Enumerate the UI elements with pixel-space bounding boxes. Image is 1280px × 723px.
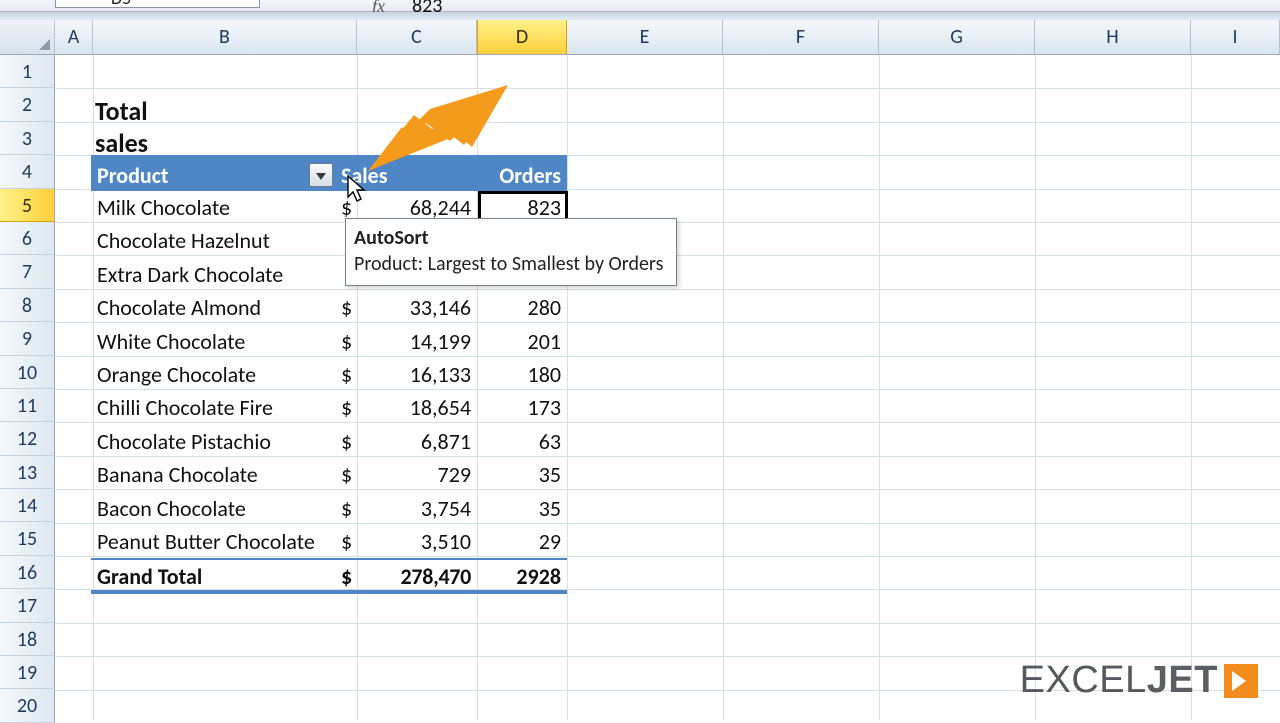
autosort-tooltip: AutoSort Product: Largest to Smallest by… — [345, 218, 677, 286]
row-header-12[interactable]: 12 — [0, 422, 55, 455]
cell-orders: 201 — [477, 325, 567, 358]
cell-product: Chilli Chocolate Fire — [91, 391, 335, 424]
report-title: Total sales — [95, 95, 148, 159]
logo-word2: JET — [1147, 659, 1218, 701]
row-header-11[interactable]: 11 — [0, 389, 55, 422]
cell-sales: $33,146 — [335, 291, 477, 324]
col-header-f[interactable]: F — [723, 20, 879, 54]
grand-total-sales: $278,470 — [335, 560, 477, 590]
cell-product: Chocolate Hazelnut — [91, 224, 335, 257]
pivot-header-product[interactable]: Product — [91, 158, 335, 191]
cell-sales: $16,133 — [335, 358, 477, 391]
table-row[interactable]: Chocolate Almond $33,146 280 — [91, 291, 567, 324]
table-row[interactable]: Bacon Chocolate $3,754 35 — [91, 492, 567, 525]
grand-total-row[interactable]: Grand Total $278,470 2928 — [91, 558, 567, 594]
row-header-16[interactable]: 16 — [0, 556, 55, 589]
name-box[interactable]: D5 — [55, 0, 260, 8]
col-header-i[interactable]: I — [1191, 20, 1280, 54]
cell-product: Chocolate Pistachio — [91, 425, 335, 458]
cell-orders: 29 — [477, 525, 567, 558]
logo-word1: EXCEL — [1020, 659, 1147, 701]
col-header-d[interactable]: D — [477, 20, 567, 54]
cell-product: White Chocolate — [91, 325, 335, 358]
col-header-g[interactable]: G — [879, 20, 1035, 54]
cell-sales: $14,199 — [335, 325, 477, 358]
row-header-15[interactable]: 15 — [0, 522, 55, 555]
pivot-header-sales[interactable]: Sales — [335, 158, 477, 191]
cell-product: Milk Chocolate — [91, 191, 335, 224]
table-row[interactable]: Chocolate Pistachio $6,871 63 — [91, 425, 567, 458]
cell-product: Orange Chocolate — [91, 358, 335, 391]
row-header-20[interactable]: 20 — [0, 689, 55, 722]
select-all-corner[interactable] — [0, 20, 55, 54]
row-header-3[interactable]: 3 — [0, 122, 55, 155]
row-header-6[interactable]: 6 — [0, 222, 55, 255]
row-header-13[interactable]: 13 — [0, 456, 55, 489]
cell-sales: $729 — [335, 458, 477, 491]
row-header-4[interactable]: 4 — [0, 155, 55, 188]
col-header-c[interactable]: C — [357, 20, 477, 54]
row-header-7[interactable]: 7 — [0, 255, 55, 288]
col-header-h[interactable]: H — [1035, 20, 1191, 54]
exceljet-logo: EXCELJET — [1020, 659, 1258, 702]
grand-total-label: Grand Total — [91, 560, 335, 590]
cell-product: Bacon Chocolate — [91, 492, 335, 525]
cell-orders: 63 — [477, 425, 567, 458]
cell-sales: $6,871 — [335, 425, 477, 458]
cell-orders: 173 — [477, 391, 567, 424]
col-header-e[interactable]: E — [567, 20, 723, 54]
cell-sales: $3,754 — [335, 492, 477, 525]
cell-sales: $3,510 — [335, 525, 477, 558]
row-header-9[interactable]: 9 — [0, 322, 55, 355]
table-row[interactable]: Orange Chocolate $16,133 180 — [91, 358, 567, 391]
row-header-2[interactable]: 2 — [0, 88, 55, 121]
cell-sales: $18,654 — [335, 391, 477, 424]
tooltip-title: AutoSort — [354, 226, 429, 250]
table-row[interactable]: Banana Chocolate $729 35 — [91, 458, 567, 491]
row-header-col: 1 2 3 4 5 6 7 8 9 10 11 12 13 14 15 16 1… — [0, 55, 55, 723]
row-header-10[interactable]: 10 — [0, 356, 55, 389]
table-row[interactable]: White Chocolate $14,199 201 — [91, 325, 567, 358]
toolbar-separator — [0, 12, 1280, 20]
cell-orders: 35 — [477, 492, 567, 525]
cell-orders: 280 — [477, 291, 567, 324]
col-header-a[interactable]: A — [55, 20, 93, 54]
filter-dropdown-icon[interactable] — [309, 163, 333, 187]
formula-bar: D5 fx 823 — [0, 0, 1280, 12]
table-row[interactable]: Peanut Butter Chocolate $3,510 29 — [91, 525, 567, 558]
pivot-header-product-label: Product — [97, 162, 169, 189]
row-header-14[interactable]: 14 — [0, 489, 55, 522]
row-header-1[interactable]: 1 — [0, 55, 55, 88]
pivot-header: Product Sales Orders — [91, 155, 567, 191]
col-header-b[interactable]: B — [93, 20, 357, 54]
row-header-17[interactable]: 17 — [0, 589, 55, 622]
row-header-19[interactable]: 19 — [0, 656, 55, 689]
cell-product: Extra Dark Chocolate — [91, 258, 335, 291]
cell-product: Peanut Butter Chocolate — [91, 525, 335, 558]
column-header-row: A B C D E F G H I — [0, 20, 1280, 55]
cell-orders: 35 — [477, 458, 567, 491]
table-row[interactable]: Chilli Chocolate Fire $18,654 173 — [91, 391, 567, 424]
row-header-5[interactable]: 5 — [0, 189, 55, 222]
cell-orders: 180 — [477, 358, 567, 391]
row-header-8[interactable]: 8 — [0, 289, 55, 322]
cell-product: Banana Chocolate — [91, 458, 335, 491]
row-header-18[interactable]: 18 — [0, 623, 55, 656]
logo-mark-icon — [1224, 664, 1258, 698]
cell-product: Chocolate Almond — [91, 291, 335, 324]
grand-total-orders: 2928 — [477, 560, 567, 590]
pivot-header-orders[interactable]: Orders — [477, 158, 567, 191]
tooltip-body: Product: Largest to Smallest by Orders — [354, 252, 663, 276]
